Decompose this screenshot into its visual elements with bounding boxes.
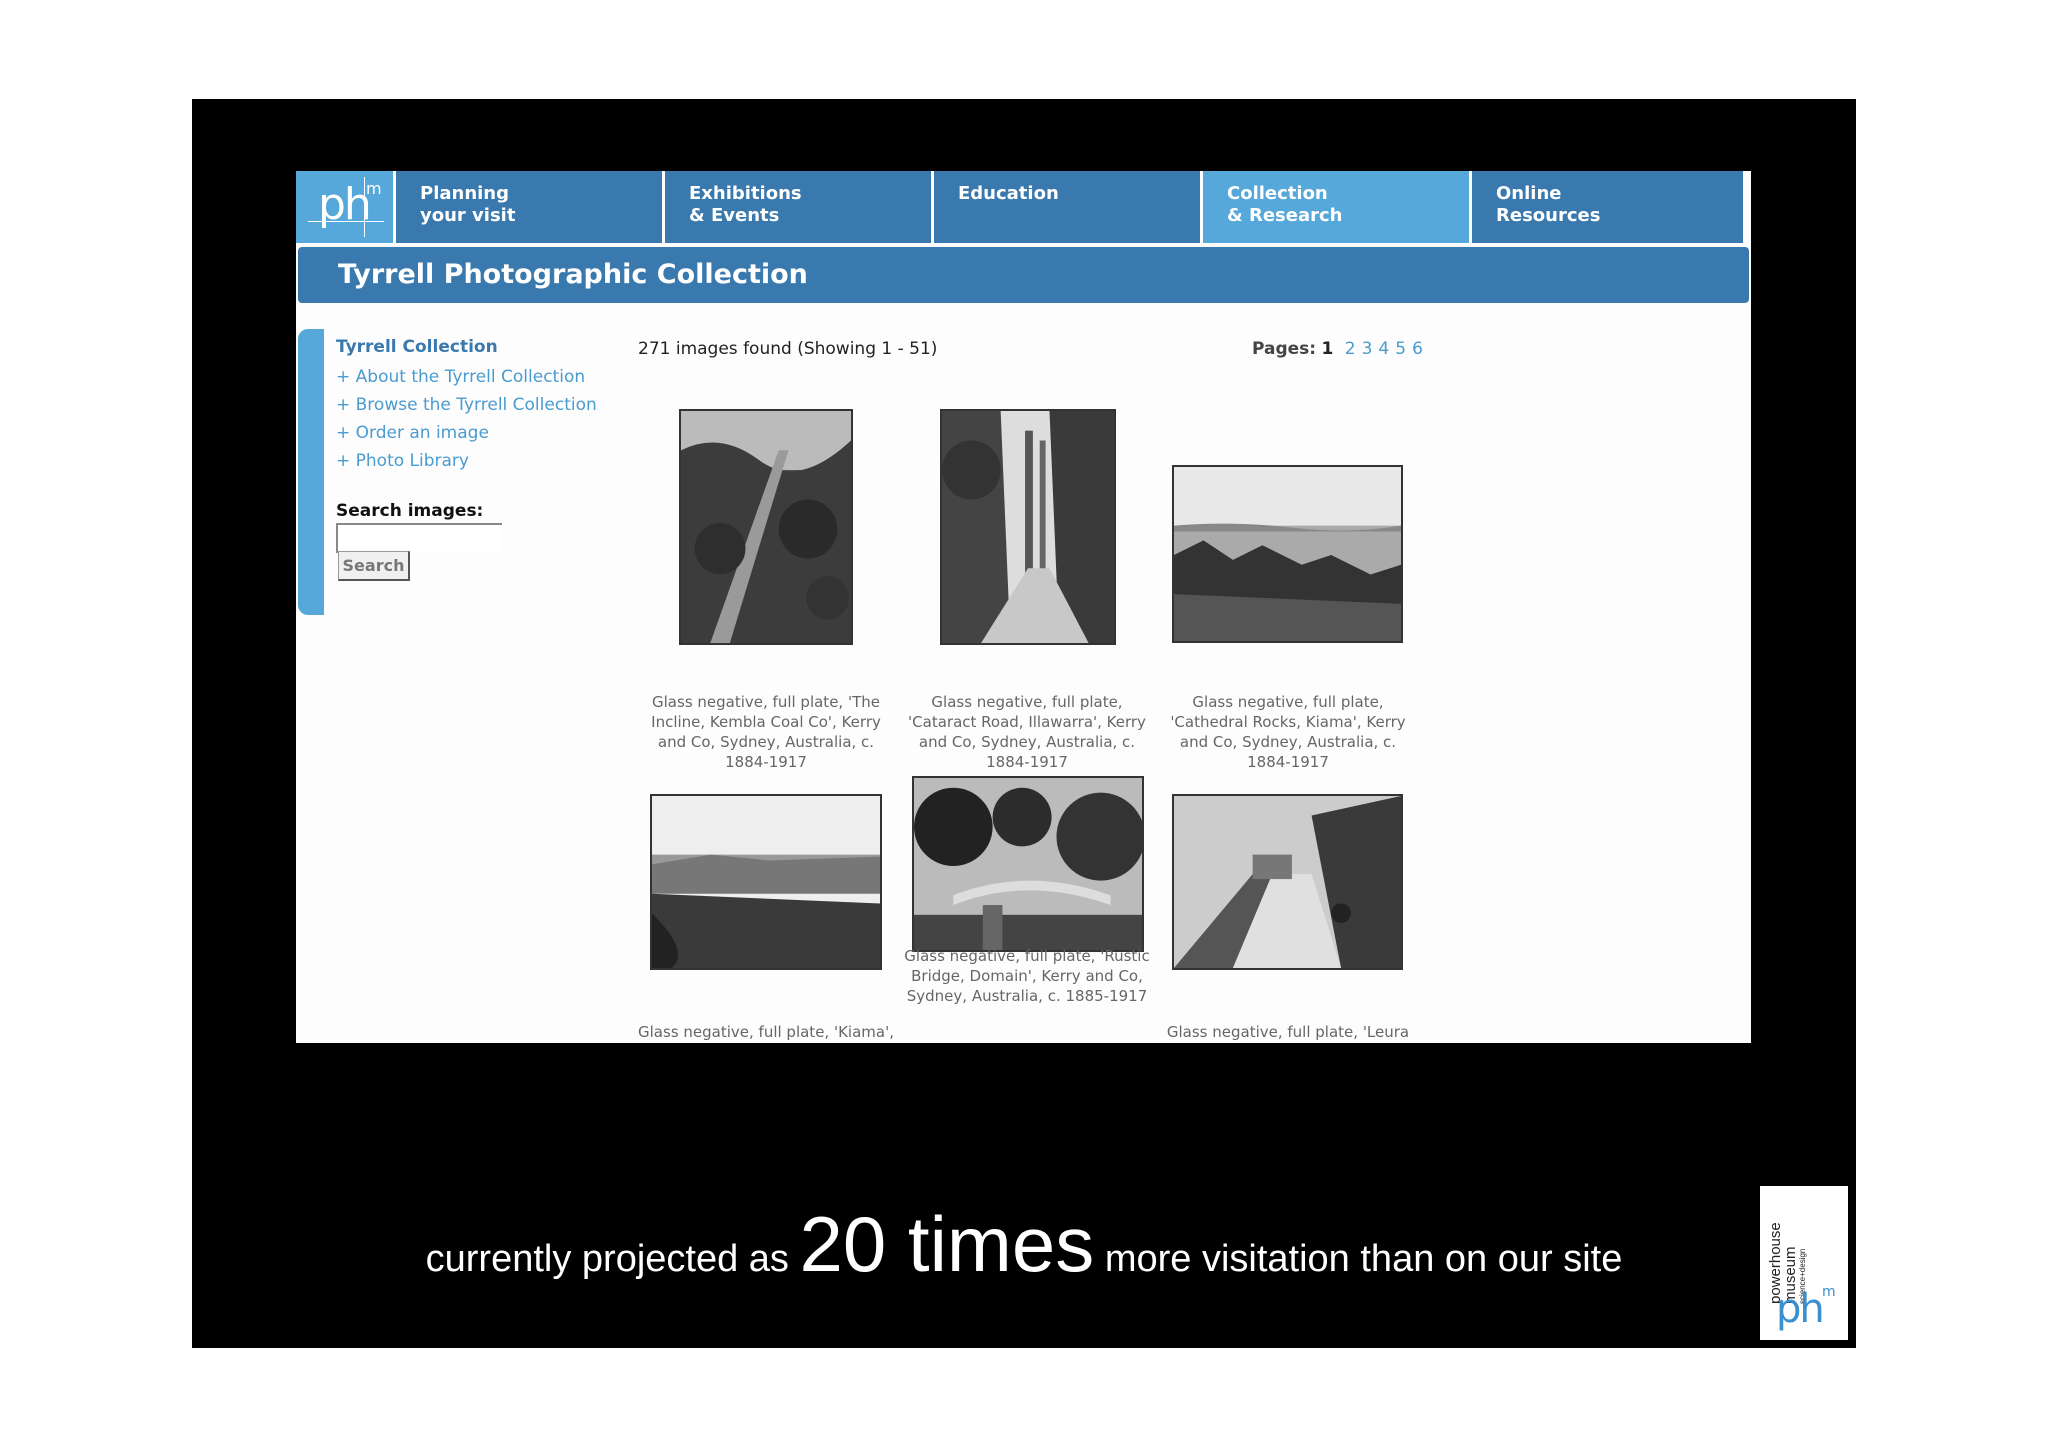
nav-exhibitions-events[interactable]: Exhibitions & Events — [665, 171, 934, 243]
phm-logo[interactable]: ph m — [296, 171, 396, 243]
caption-incline: Glass negative, full plate, 'The Incline… — [651, 693, 881, 771]
nav-collection-research[interactable]: Collection & Research — [1203, 171, 1472, 243]
search-button[interactable]: Search — [338, 551, 410, 581]
thumbnail-rustic-bridge[interactable] — [912, 776, 1144, 952]
nav-online-resources[interactable]: Online Resources — [1472, 171, 1743, 243]
sidebar-heading[interactable]: Tyrrell Collection — [336, 337, 636, 357]
page-title: Tyrrell Photographic Collection — [338, 259, 808, 290]
page-link-2[interactable]: 2 — [1345, 339, 1356, 359]
thumbnail-cataract-road[interactable] — [940, 409, 1116, 645]
logo-crosshair-h — [308, 221, 384, 222]
slide-caption-emphasis: 20 times — [799, 1200, 1095, 1288]
sidebar: Tyrrell Collection + About the Tyrrell C… — [336, 337, 636, 475]
sidebar-link-about[interactable]: + About the Tyrrell Collection — [336, 363, 636, 391]
brand-ph: ph — [1776, 1286, 1825, 1332]
sidebar-accent — [298, 329, 324, 615]
page-link-5[interactable]: 5 — [1395, 339, 1406, 359]
logo-m: m — [366, 179, 382, 198]
slide-caption: currently projected as 20 times more vis… — [192, 1199, 1856, 1290]
pages-label: Pages: — [1252, 339, 1317, 359]
caption-kiama: Glass negative, full plate, 'Kiama', Ker… — [638, 1023, 894, 1041]
sidebar-link-photo-library[interactable]: + Photo Library — [336, 447, 636, 475]
powerhouse-museum-logo: powerhouse museum science+design ph m — [1760, 1186, 1848, 1340]
caption-rustic-bridge: Glass negative, full plate, 'Rustic Brid… — [904, 947, 1150, 1005]
search-input[interactable] — [336, 523, 502, 553]
slide: ph m Planning your visit Exhibitions & E… — [192, 99, 1856, 1348]
caption-cataract-road: Glass negative, full plate, 'Cataract Ro… — [908, 693, 1146, 771]
caption-cathedral-rocks: Glass negative, full plate, 'Cathedral R… — [1170, 693, 1406, 771]
top-nav: ph m Planning your visit Exhibitions & E… — [296, 171, 1751, 243]
pagination: Pages: 1 23456 — [1252, 339, 1423, 359]
page-link-4[interactable]: 4 — [1378, 339, 1389, 359]
browser-screenshot: ph m Planning your visit Exhibitions & E… — [296, 171, 1751, 1043]
page-title-bar: Tyrrell Photographic Collection — [298, 247, 1749, 303]
thumbnail-incline[interactable] — [679, 409, 853, 645]
brand-m: m — [1822, 1284, 1836, 1300]
slide-caption-after: more visitation than on our site — [1094, 1238, 1623, 1280]
page-link-6[interactable]: 6 — [1412, 339, 1423, 359]
page-link-3[interactable]: 3 — [1362, 339, 1373, 359]
page-current: 1 — [1321, 339, 1334, 359]
caption-leura-station: Glass negative, full plate, 'Leura Railw… — [1166, 1023, 1410, 1041]
sidebar-link-browse[interactable]: + Browse the Tyrrell Collection — [336, 391, 636, 419]
nav-planning-your-visit[interactable]: Planning your visit — [396, 171, 665, 243]
thumbnail-cathedral-rocks[interactable] — [1172, 465, 1403, 643]
logo-ph: ph — [318, 179, 372, 230]
slide-caption-before: currently projected as — [425, 1238, 800, 1280]
thumbnail-kiama[interactable] — [650, 794, 882, 970]
thumbnail-leura-station[interactable] — [1172, 794, 1403, 970]
result-count: 271 images found (Showing 1 - 51) — [638, 339, 938, 359]
sidebar-link-order[interactable]: + Order an image — [336, 419, 636, 447]
search-label: Search images: — [336, 501, 484, 521]
nav-education[interactable]: Education — [934, 171, 1203, 243]
logo-crosshair-v — [364, 177, 365, 237]
